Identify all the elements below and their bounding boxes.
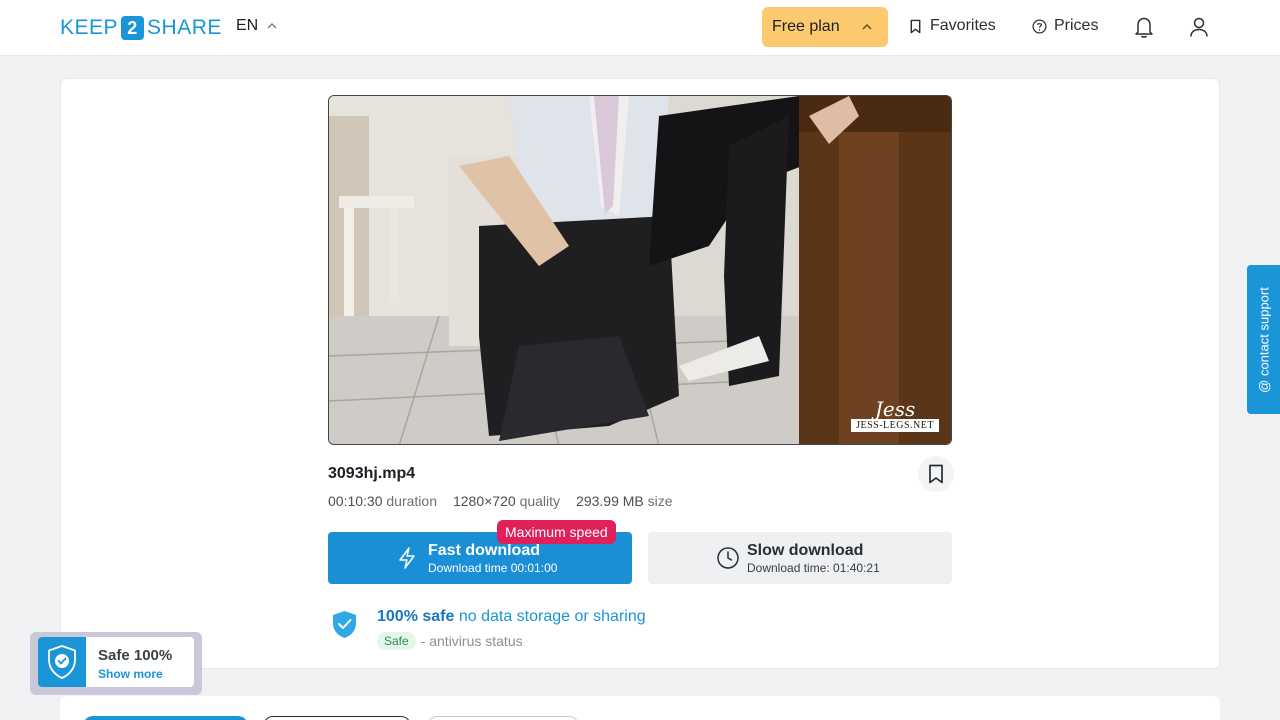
fast-download-title: Fast download: [428, 542, 540, 559]
show-more-link[interactable]: Show more: [98, 667, 163, 681]
meta-size: 293.99 MB size: [576, 493, 673, 509]
preview-image: [329, 96, 951, 444]
bell-icon[interactable]: [1133, 15, 1155, 39]
shield-check-icon: [333, 611, 356, 638]
chevron-up-icon: [862, 24, 872, 30]
contact-support-label: @ contact support: [1256, 286, 1271, 393]
user-icon[interactable]: [1188, 15, 1210, 39]
clock-icon: [717, 547, 739, 569]
prices-link[interactable]: Prices: [1032, 17, 1098, 35]
safety-title: 100% safe no data storage or sharing: [377, 608, 646, 625]
slow-download-button[interactable]: Slow download Download time: 01:40:21: [648, 532, 952, 584]
logo-number: 2: [121, 16, 145, 40]
safe-tag: Safe: [377, 632, 416, 650]
maximum-speed-badge: Maximum speed: [497, 520, 616, 544]
safe-widget-title: Safe 100%: [98, 647, 173, 664]
question-circle-icon: [1032, 19, 1047, 33]
language-label: EN: [236, 17, 259, 34]
chevron-up-icon: [267, 23, 277, 29]
free-plan-button[interactable]: Free plan: [762, 7, 888, 47]
meta-duration: 00:10:30 duration: [328, 493, 437, 509]
watermark-url: JESS-LEGS.NET: [851, 419, 939, 432]
file-meta: 00:10:30 duration 1280×720 quality 293.9…: [328, 493, 673, 509]
add-to-favorites-button[interactable]: [918, 456, 954, 492]
watermark: Jess JESS-LEGS.NET: [851, 399, 939, 432]
safe-100-widget: Safe 100% Show more: [30, 632, 202, 695]
safe-widget-card[interactable]: Safe 100% Show more: [38, 637, 194, 687]
watermark-signature: Jess: [874, 397, 916, 421]
fast-download-time: Download time 00:01:00: [428, 561, 558, 575]
favorites-link[interactable]: Favorites: [908, 17, 996, 35]
bookmark-icon: [910, 19, 921, 33]
bottom-tab-2[interactable]: [263, 716, 411, 720]
shield-check-icon: [38, 637, 86, 687]
favorites-label: Favorites: [930, 17, 996, 34]
slow-download-time: Download time: 01:40:21: [747, 561, 880, 575]
antivirus-status: Safe - antivirus status: [377, 632, 523, 650]
file-name: 3093hj.mp4: [328, 465, 416, 482]
lightning-icon: [399, 547, 415, 569]
video-preview[interactable]: Jess JESS-LEGS.NET: [328, 95, 952, 445]
antivirus-status-text: - antivirus status: [420, 633, 523, 649]
slow-download-title: Slow download: [747, 542, 864, 559]
keep2share-logo[interactable]: KEEP 2 SHARE: [60, 15, 222, 41]
logo-text-left: KEEP: [60, 16, 119, 39]
bottom-tab-1[interactable]: [83, 716, 248, 720]
contact-support-tab[interactable]: @ contact support: [1247, 265, 1280, 414]
bookmark-icon: [929, 464, 943, 484]
prices-label: Prices: [1054, 17, 1099, 34]
bottom-tab-3[interactable]: [427, 716, 579, 720]
meta-quality: 1280×720 quality: [452, 493, 561, 509]
language-selector[interactable]: EN: [236, 17, 277, 35]
plan-label: Free plan: [772, 18, 840, 35]
top-header: KEEP 2 SHARE EN Free plan Favorites Pric…: [0, 0, 1280, 56]
logo-text-right: SHARE: [147, 16, 222, 39]
